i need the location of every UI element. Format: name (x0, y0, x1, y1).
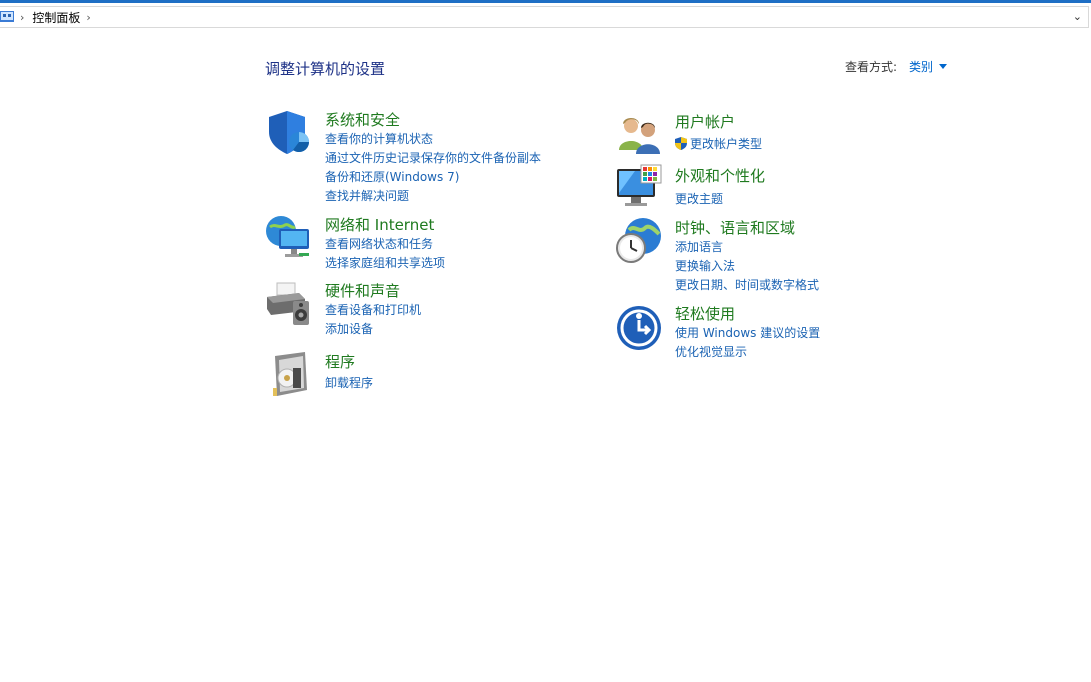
breadcrumb-control-panel[interactable]: 控制面板 (32, 9, 80, 26)
ease-of-access-icon[interactable] (615, 302, 663, 350)
link-add-language[interactable]: 添加语言 (675, 238, 723, 255)
link-view-computer-status[interactable]: 查看你的计算机状态 (325, 130, 433, 147)
link-backup-restore[interactable]: 备份和还原(Windows 7) (325, 168, 459, 185)
link-uninstall-program[interactable]: 卸载程序 (325, 374, 373, 391)
users-icon[interactable] (615, 110, 663, 158)
chevron-right-icon[interactable]: › (20, 11, 24, 24)
category-title-clock-region[interactable]: 时钟、语言和区域 (675, 217, 795, 238)
view-by-label: 查看方式: (845, 60, 898, 74)
view-by: 查看方式: 类别 (845, 58, 948, 75)
link-optimize-visual-display[interactable]: 优化视觉显示 (675, 343, 747, 360)
category-title-user-accounts[interactable]: 用户帐户 (675, 111, 735, 132)
network-icon[interactable] (265, 213, 313, 261)
clock-globe-icon[interactable] (615, 216, 663, 264)
link-troubleshoot[interactable]: 查找并解决问题 (325, 187, 409, 204)
link-file-history-backup[interactable]: 通过文件历史记录保存你的文件备份副本 (325, 149, 541, 166)
category-title-hardware[interactable]: 硬件和声音 (325, 280, 400, 301)
category-title-network[interactable]: 网络和 Internet (325, 214, 434, 235)
category-title-programs[interactable]: 程序 (325, 351, 355, 372)
control-panel-icon (0, 11, 14, 23)
link-change-account-type-label: 更改帐户类型 (690, 137, 763, 151)
monitor-palette-icon[interactable] (615, 163, 663, 211)
link-homegroup-sharing[interactable]: 选择家庭组和共享选项 (325, 254, 445, 271)
link-change-input-method[interactable]: 更换输入法 (675, 257, 735, 274)
category-title-ease-access[interactable]: 轻松使用 (675, 303, 735, 324)
link-add-device[interactable]: 添加设备 (325, 320, 373, 337)
printer-icon[interactable] (265, 279, 313, 327)
category-title-appearance[interactable]: 外观和个性化 (675, 165, 765, 186)
category-title-system-security[interactable]: 系统和安全 (325, 109, 400, 130)
page-title: 调整计算机的设置 (265, 60, 386, 78)
programs-icon[interactable] (265, 350, 313, 398)
link-change-date-time-format[interactable]: 更改日期、时间或数字格式 (675, 276, 819, 293)
link-change-theme[interactable]: 更改主题 (675, 190, 723, 207)
view-by-dropdown[interactable]: 类别 (909, 58, 933, 75)
chevron-down-icon[interactable]: ⌄ (1073, 10, 1082, 23)
shield-icon[interactable] (265, 108, 313, 156)
address-bar[interactable]: › 控制面板 › ⌄ (0, 6, 1089, 28)
link-change-account-type[interactable]: 更改帐户类型 (675, 135, 762, 152)
chevron-right-icon[interactable]: › (86, 11, 90, 24)
link-network-status[interactable]: 查看网络状态和任务 (325, 235, 433, 252)
window-top-accent (0, 0, 1091, 3)
link-windows-suggested-settings[interactable]: 使用 Windows 建议的设置 (675, 324, 820, 341)
link-devices-printers[interactable]: 查看设备和打印机 (325, 301, 421, 318)
caret-down-icon[interactable] (939, 64, 948, 69)
uac-shield-icon (675, 137, 687, 150)
